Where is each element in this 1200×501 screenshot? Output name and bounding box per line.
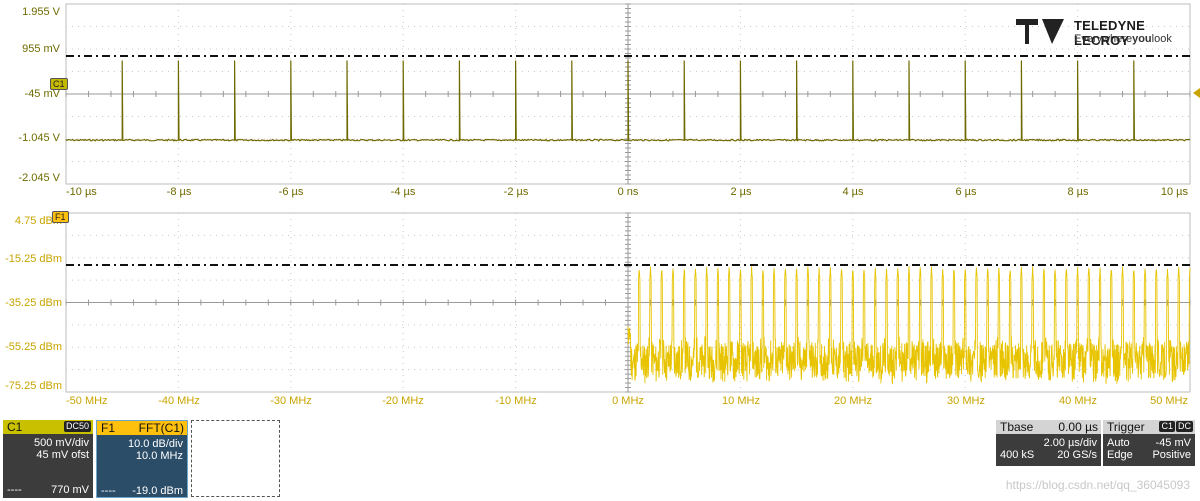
time-x-tick: -10 µs [66,186,97,198]
timebase-descriptor-box[interactable]: Tbase 0.00 µs 2.00 µs/div 400 kS 20 GS/s [996,420,1101,466]
time-y-tick: 1.955 V [22,6,61,18]
f1-reading-row: ---- -19.0 dBm [97,485,187,497]
trigger-type-row: Edge Positive [1103,449,1195,461]
trigger-coupling-badge: DC [1176,421,1193,432]
trigger-slope: Positive [1152,449,1191,461]
tbase-samples: 400 kS [1000,449,1035,461]
teledyne-logo-icon [1016,19,1064,44]
time-y-tick: 955 mV [22,43,61,55]
f1-axis-marker[interactable]: F1 [52,211,69,223]
tbase-sample-row: 400 kS 20 GS/s [996,449,1101,461]
time-x-tick: -6 µs [279,186,304,198]
fft-x-tick: 20 MHz [834,395,872,407]
time-y-tick: -2.045 V [18,172,60,184]
time-y-tick: -1.045 V [18,132,60,144]
tbase-delay: 0.00 µs [1058,420,1098,434]
c1-label: C1 [7,420,23,434]
fft-y-tick: -75.25 dBm [5,380,62,392]
f1-reading: -19.0 dBm [132,485,183,497]
f1-reading-prefix: ---- [101,485,116,497]
trigger-descriptor-box[interactable]: Trigger C1 DC Auto -45 mV Edge Positive [1103,420,1195,466]
f1-scale: 10.0 dB/div [127,438,183,450]
fft-x-tick: -20 MHz [382,395,424,407]
fft-y-tick: -15.25 dBm [5,253,62,265]
time-x-tick: 8 µs [1067,186,1089,198]
watermark-text: https://blog.csdn.net/qq_36045093 [1005,478,1190,492]
fft-y-tick: -35.25 dBm [5,297,62,309]
fft-x-tick: 30 MHz [947,395,985,407]
fft-x-tick: 40 MHz [1059,395,1097,407]
time-x-tick: 4 µs [842,186,864,198]
c1-trace [65,60,1191,143]
trigger-label: Trigger [1107,420,1145,434]
fft-x-tick: 0 MHz [612,395,644,407]
teledyne-lecroy-logo: TELEDYNE LECROY Everywhereyoulook [1014,16,1190,48]
time-x-tick: 2 µs [730,186,752,198]
c1-scale: 500 mV/div [33,437,89,449]
trigger-source-badge: C1 [1159,421,1175,432]
tbase-time-div: 2.00 µs/div [1043,437,1097,449]
f1-fft-trace [627,266,1191,385]
time-x-tick: 10 µs [1161,186,1189,198]
tbase-label: Tbase [1000,420,1034,434]
fft-x-axis-labels: -50 MHz -40 MHz -30 MHz -20 MHz -10 MHz … [66,395,1188,407]
f1-function: FFT(C1) [138,421,184,435]
trigger-level-arrow-icon[interactable] [1193,88,1200,98]
time-y-axis-labels: 1.955 V 955 mV -45 mV -1.045 V -2.045 V [18,6,60,184]
time-x-tick: -4 µs [391,186,416,198]
fft-y-tick: -55.25 dBm [5,341,62,353]
fft-x-tick: -10 MHz [495,395,537,407]
f1-label: F1 [101,421,116,435]
time-x-tick: 0 ns [618,186,639,198]
time-x-tick: -2 µs [504,186,529,198]
fft-x-tick: -50 MHz [66,395,108,407]
c1-descriptor-box[interactable]: C1 DC50 500 mV/div 45 mV ofst ---- 770 m… [3,420,93,498]
empty-trace-slot[interactable] [191,420,280,497]
f1-center: 10.0 MHz [135,450,183,462]
fft-y-axis-labels: 4.75 dBm -15.25 dBm -35.25 dBm -55.25 dB… [5,215,62,392]
c1-reading-row: ---- 770 mV [3,484,93,496]
c1-reading-prefix: ---- [7,484,22,496]
fft-x-tick: 50 MHz [1150,395,1188,407]
scope-display: 1.955 V 955 mV -45 mV -1.045 V -2.045 V … [5,3,1200,407]
fft-x-tick: 10 MHz [722,395,760,407]
f1-descriptor-box[interactable]: F1 FFT(C1) 10.0 dB/div 10.0 MHz ---- -19… [96,420,188,498]
brand-tagline: Everywhereyoulook [1074,33,1172,45]
c1-offset: 45 mV ofst [36,449,89,461]
c1-reading: 770 mV [51,484,89,496]
c1-axis-marker[interactable]: C1 [50,78,68,90]
tbase-rate: 20 GS/s [1057,449,1097,461]
trigger-mode: Auto [1107,437,1130,449]
trigger-mode-row: Auto -45 mV [1103,437,1195,449]
c1-coupling-badge: DC50 [63,421,91,432]
fft-x-tick: -30 MHz [270,395,312,407]
trigger-type: Edge [1107,449,1133,461]
fft-grid [65,212,1191,393]
time-x-tick: 6 µs [955,186,977,198]
fft-x-tick: -40 MHz [158,395,200,407]
trigger-level: -45 mV [1155,437,1191,449]
time-x-axis-labels: -10 µs -8 µs -6 µs -4 µs -2 µs 0 ns 2 µs… [66,186,1188,198]
time-x-tick: -8 µs [167,186,192,198]
